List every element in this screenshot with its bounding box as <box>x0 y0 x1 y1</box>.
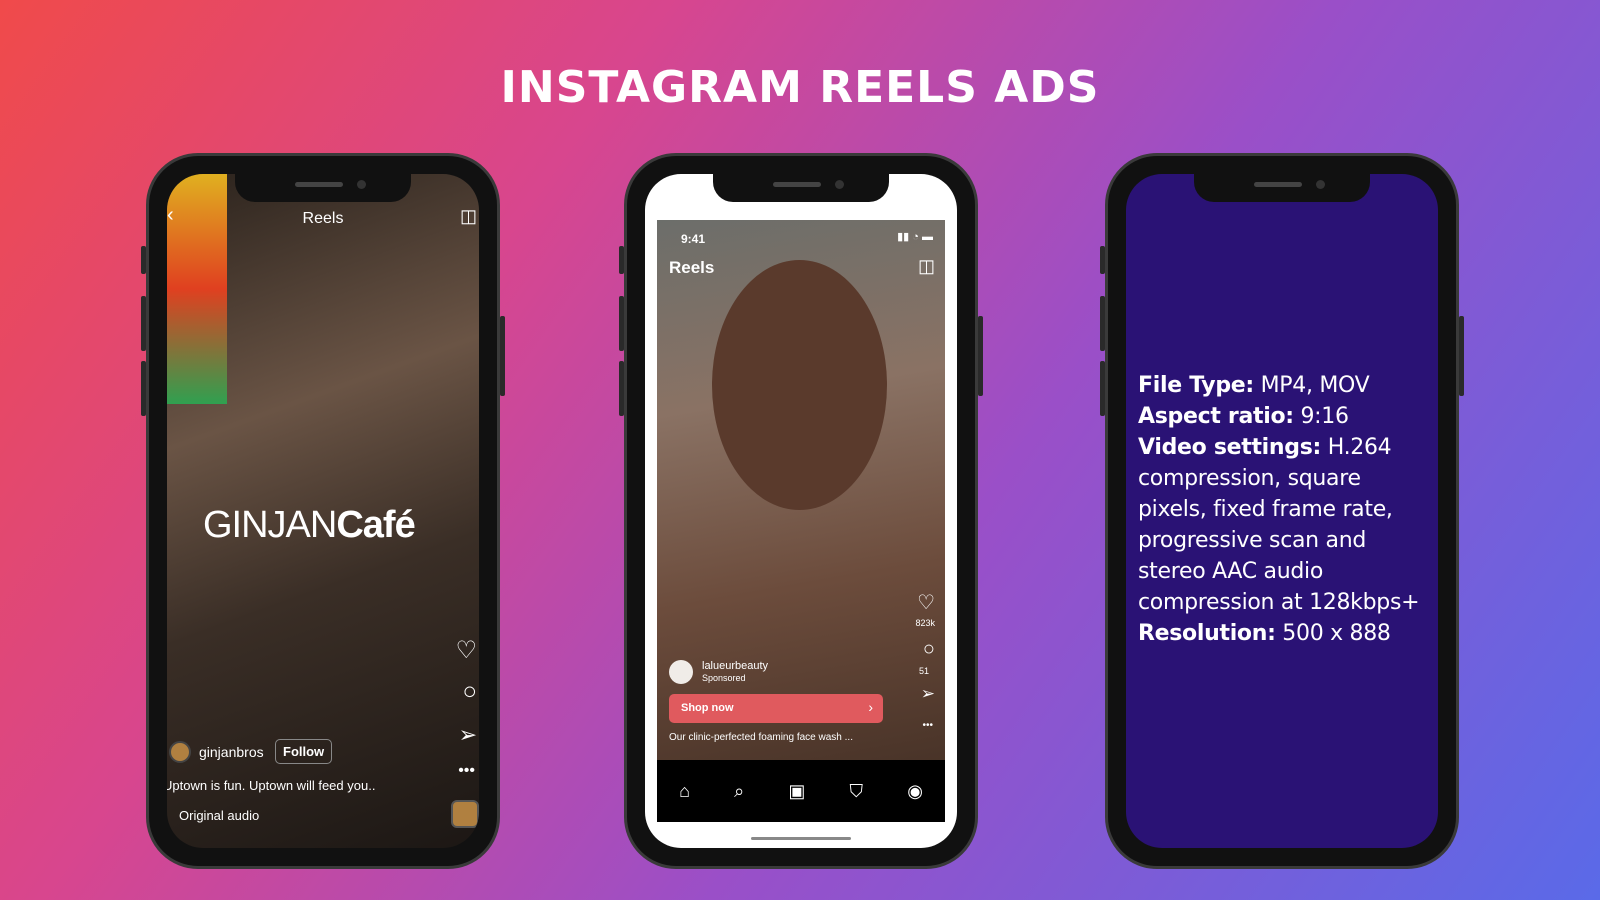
heart-icon[interactable]: ♡ <box>917 590 935 615</box>
audio-thumbnail[interactable] <box>451 800 479 828</box>
side-button <box>619 296 624 351</box>
side-button <box>500 316 505 396</box>
more-icon[interactable]: ••• <box>458 762 475 780</box>
phone-ginjan-cafe: ‹ Reels ◫ GINJANCafé ♡ ○ ➢ ••• ginjanbro… <box>141 153 505 869</box>
reel-screen: 9:41 ▮▮ ◔ ▬ Reels ◫ ♡ 823k ○ 51 ➢ ••• la… <box>645 174 957 848</box>
reels-icon[interactable]: ▣ <box>788 781 805 802</box>
follow-button[interactable]: Follow <box>275 739 333 764</box>
sponsored-label: Sponsored <box>702 673 746 683</box>
brand-avatar[interactable] <box>669 660 693 684</box>
username[interactable]: ginjanbros <box>199 744 264 760</box>
phone-specs: File Type: MP4, MOV Aspect ratio: 9:16 V… <box>1100 153 1464 869</box>
avatar[interactable] <box>169 741 191 763</box>
shop-icon[interactable]: ⛉ <box>850 781 864 802</box>
comment-icon[interactable]: ○ <box>463 678 478 706</box>
brand-logo: GINJANCafé <box>203 504 416 546</box>
specs-list: File Type: MP4, MOV Aspect ratio: 9:16 V… <box>1138 370 1430 649</box>
reel-screen: ‹ Reels ◫ GINJANCafé ♡ ○ ➢ ••• ginjanbro… <box>167 174 479 848</box>
video-frame: 9:41 ▮▮ ◔ ▬ Reels ◫ ♡ 823k ○ 51 ➢ ••• la… <box>657 220 945 822</box>
caption: Uptown is fun. Uptown will feed you.. <box>167 778 376 793</box>
side-button <box>1100 246 1105 274</box>
comment-count: 51 <box>918 666 929 676</box>
side-button <box>1459 316 1464 396</box>
spec-file-type: File Type: MP4, MOV <box>1138 373 1370 398</box>
side-button <box>141 296 146 351</box>
heart-icon[interactable]: ♡ <box>455 636 477 665</box>
camera-icon[interactable]: ◫ <box>460 206 477 227</box>
face-image <box>712 260 887 510</box>
camera-icon[interactable]: ◫ <box>918 256 935 277</box>
phone-lalueurbeauty: 9:41 ▮▮ ◔ ▬ Reels ◫ ♡ 823k ○ 51 ➢ ••• la… <box>619 153 983 869</box>
signal-battery-icon: ▮▮ ◔ ▬ <box>897 231 933 243</box>
spec-video-settings: Video settings: H.264 compression, squar… <box>1138 435 1420 615</box>
spec-aspect-ratio: Aspect ratio: 9:16 <box>1138 404 1349 429</box>
bottom-nav: ⌂ ⌕ ▣ ⛉ ◉ <box>657 760 945 822</box>
search-icon[interactable]: ⌕ <box>734 781 744 802</box>
home-indicator <box>751 837 851 840</box>
share-icon[interactable]: ➢ <box>921 684 935 704</box>
page-title: INSTAGRAM REELS ADS <box>500 62 1100 113</box>
side-button <box>141 246 146 274</box>
more-icon[interactable]: ••• <box>922 720 933 731</box>
share-icon[interactable]: ➢ <box>459 722 477 748</box>
chevron-right-icon: › <box>868 699 873 715</box>
reels-header: Reels <box>302 210 344 227</box>
username[interactable]: lalueurbeauty <box>702 660 768 672</box>
shop-now-button[interactable]: Shop now › <box>669 694 883 723</box>
audio-label[interactable]: Original audio <box>179 808 259 823</box>
side-button <box>619 361 624 416</box>
side-button <box>619 246 624 274</box>
specs-screen: File Type: MP4, MOV Aspect ratio: 9:16 V… <box>1126 174 1438 848</box>
home-icon[interactable]: ⌂ <box>679 781 690 802</box>
side-button <box>141 361 146 416</box>
spec-resolution: Resolution: 500 x 888 <box>1138 621 1391 646</box>
background-flag <box>167 174 227 404</box>
like-count: 823k <box>915 618 935 628</box>
comment-icon[interactable]: ○ <box>923 638 935 661</box>
side-button <box>978 316 983 396</box>
profile-icon[interactable]: ◉ <box>907 781 923 802</box>
reels-header: Reels <box>669 258 715 277</box>
caption: Our clinic-perfected foaming face wash .… <box>669 732 853 743</box>
side-button <box>1100 296 1105 351</box>
status-time: 9:41 <box>681 232 706 246</box>
side-button <box>1100 361 1105 416</box>
